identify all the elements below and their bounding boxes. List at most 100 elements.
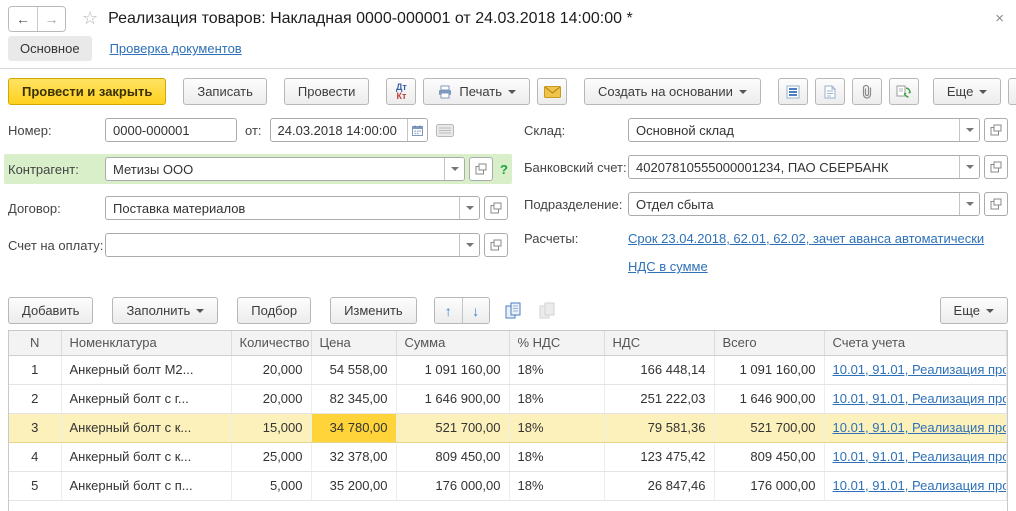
col-header-vat[interactable]: НДС: [604, 331, 714, 355]
attachments-button[interactable]: [852, 78, 882, 105]
accounts-link[interactable]: 10.01, 91.01, Реализация проч: [833, 478, 1007, 493]
fill-button[interactable]: Заполнить: [112, 297, 218, 324]
post-and-close-button[interactable]: Провести и закрыть: [8, 78, 166, 105]
cell-name[interactable]: Анкерный болт с к...: [61, 413, 231, 442]
cell-vat_rate[interactable]: 18%: [509, 442, 604, 471]
col-header-quantity[interactable]: Количество: [231, 331, 311, 355]
col-header-sum[interactable]: Сумма: [396, 331, 509, 355]
cell-sum[interactable]: 809 450,00: [396, 442, 509, 471]
cell-total[interactable]: 1 646 900,00: [714, 384, 824, 413]
cell-n[interactable]: 2: [9, 384, 61, 413]
cell-price[interactable]: 54 558,00: [311, 355, 396, 384]
cell-price[interactable]: 82 345,00: [311, 384, 396, 413]
cell-accounts[interactable]: 10.01, 91.01, Реализация проч: [824, 442, 1007, 471]
cell-vat_rate[interactable]: 18%: [509, 355, 604, 384]
cell-qty[interactable]: 15,000: [231, 413, 311, 442]
cell-n[interactable]: 1: [9, 355, 61, 384]
contract-dropdown-button[interactable]: [459, 197, 479, 219]
document-button[interactable]: [815, 78, 845, 105]
contract-open-button[interactable]: [484, 196, 508, 220]
cell-qty[interactable]: 25,000: [231, 442, 311, 471]
add-row-button[interactable]: Добавить: [8, 297, 93, 324]
warehouse-dropdown-button[interactable]: [959, 119, 979, 141]
cell-name[interactable]: Анкерный болт с г...: [61, 384, 231, 413]
paste-rows-button[interactable]: [537, 300, 558, 321]
cell-sum[interactable]: 176 000,00: [396, 471, 509, 500]
cell-vat_rate[interactable]: 18%: [509, 413, 604, 442]
cell-n[interactable]: 5: [9, 471, 61, 500]
cell-sum[interactable]: 1 646 900,00: [396, 384, 509, 413]
move-up-button[interactable]: ↑: [435, 298, 462, 323]
col-header-n[interactable]: N: [9, 331, 61, 355]
accounts-link[interactable]: 10.01, 91.01, Реализация проч: [833, 391, 1007, 406]
cell-name[interactable]: Анкерный болт с п...: [61, 471, 231, 500]
cell-total[interactable]: 521 700,00: [714, 413, 824, 442]
col-header-accounts[interactable]: Счета учета: [824, 331, 1007, 355]
table-row[interactable]: 4Анкерный болт с к...25,00032 378,00809 …: [9, 442, 1007, 471]
warehouse-input[interactable]: [629, 119, 959, 141]
help-button[interactable]: ?: [1008, 78, 1016, 105]
move-down-button[interactable]: ↓: [462, 298, 489, 323]
table-row[interactable]: 1Анкерный болт М2...20,00054 558,001 091…: [9, 355, 1007, 384]
reports-button[interactable]: [778, 78, 808, 105]
settlements-terms-link[interactable]: Срок 23.04.2018, 62.01, 62.02, зачет ава…: [628, 231, 984, 246]
cell-vat[interactable]: 123 475,42: [604, 442, 714, 471]
date-input[interactable]: [271, 119, 407, 141]
related-documents-button[interactable]: [889, 78, 919, 105]
cell-n[interactable]: 3: [9, 413, 61, 442]
contractor-dropdown-button[interactable]: [444, 158, 464, 180]
accounts-link[interactable]: 10.01, 91.01, Реализация проч: [833, 362, 1007, 377]
cell-total[interactable]: 809 450,00: [714, 442, 824, 471]
bank-account-open-button[interactable]: [984, 155, 1008, 179]
cell-vat[interactable]: 166 448,14: [604, 355, 714, 384]
invoice-input[interactable]: [106, 234, 459, 256]
tab-document-check[interactable]: Проверка документов: [110, 36, 242, 61]
vat-mode-link[interactable]: НДС в сумме: [628, 259, 984, 274]
journal-button[interactable]: [436, 124, 454, 137]
cell-vat_rate[interactable]: 18%: [509, 384, 604, 413]
cell-vat_rate[interactable]: 18%: [509, 471, 604, 500]
edit-button[interactable]: Изменить: [330, 297, 417, 324]
col-header-price[interactable]: Цена: [311, 331, 396, 355]
dtkt-button[interactable]: ДтКт: [386, 78, 416, 105]
bank-account-input[interactable]: [629, 156, 959, 178]
cell-n[interactable]: 4: [9, 442, 61, 471]
cell-name[interactable]: Анкерный болт М2...: [61, 355, 231, 384]
cell-accounts[interactable]: 10.01, 91.01, Реализация проч: [824, 384, 1007, 413]
table-row[interactable]: 2Анкерный болт с г...20,00082 345,001 64…: [9, 384, 1007, 413]
warehouse-open-button[interactable]: [984, 118, 1008, 142]
col-header-vat-rate[interactable]: % НДС: [509, 331, 604, 355]
favorite-star-icon[interactable]: ☆: [82, 8, 98, 29]
cell-vat[interactable]: 251 222,03: [604, 384, 714, 413]
pick-button[interactable]: Подбор: [237, 297, 311, 324]
cell-accounts[interactable]: 10.01, 91.01, Реализация проч: [824, 413, 1007, 442]
contractor-open-button[interactable]: [469, 157, 493, 181]
copy-rows-button[interactable]: [503, 300, 524, 321]
accounts-link[interactable]: 10.01, 91.01, Реализация проч: [833, 449, 1007, 464]
number-input[interactable]: [106, 119, 236, 141]
cell-total[interactable]: 1 091 160,00: [714, 355, 824, 384]
cell-vat[interactable]: 26 847,46: [604, 471, 714, 500]
cell-accounts[interactable]: 10.01, 91.01, Реализация проч: [824, 471, 1007, 500]
cell-qty[interactable]: 20,000: [231, 384, 311, 413]
cell-price[interactable]: 32 378,00: [311, 442, 396, 471]
cell-total[interactable]: 176 000,00: [714, 471, 824, 500]
invoice-dropdown-button[interactable]: [459, 234, 479, 256]
cell-price[interactable]: 34 780,00: [311, 413, 396, 442]
department-input[interactable]: [629, 193, 959, 215]
cell-price[interactable]: 35 200,00: [311, 471, 396, 500]
close-icon[interactable]: ×: [991, 10, 1008, 27]
cell-sum[interactable]: 1 091 160,00: [396, 355, 509, 384]
cell-sum[interactable]: 521 700,00: [396, 413, 509, 442]
back-button[interactable]: ←: [9, 7, 37, 31]
cell-qty[interactable]: 20,000: [231, 355, 311, 384]
table-row[interactable]: 5Анкерный болт с п...5,00035 200,00176 0…: [9, 471, 1007, 500]
tab-main[interactable]: Основное: [8, 36, 92, 61]
calendar-button[interactable]: [407, 119, 427, 141]
contractor-help-icon[interactable]: ?: [500, 162, 508, 177]
department-open-button[interactable]: [984, 192, 1008, 216]
write-button[interactable]: Записать: [183, 78, 267, 105]
create-on-base-button[interactable]: Создать на основании: [584, 78, 761, 105]
contractor-input[interactable]: [106, 158, 444, 180]
col-header-total[interactable]: Всего: [714, 331, 824, 355]
